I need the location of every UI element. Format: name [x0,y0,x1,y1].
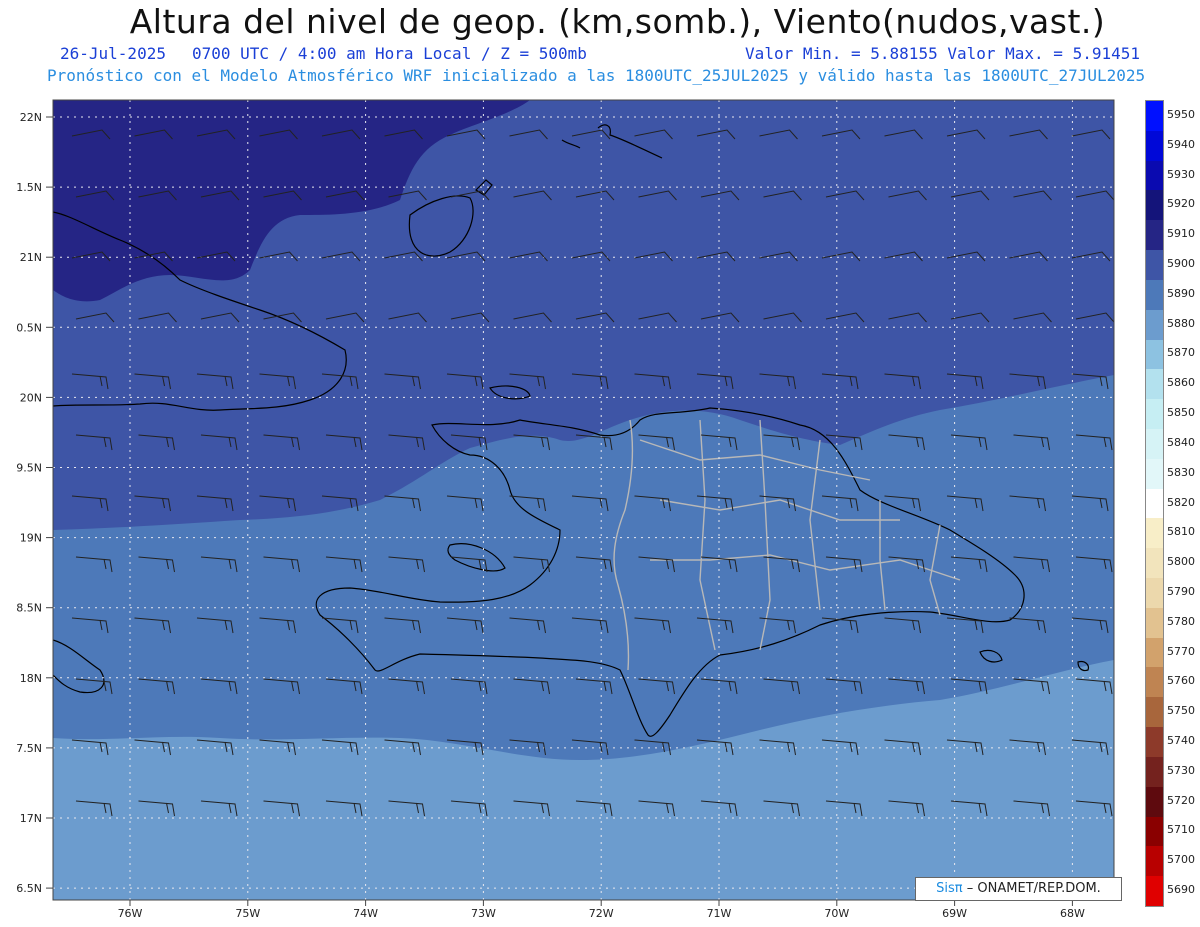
colorbar-segment [1146,756,1163,788]
colorbar-segment [1146,101,1163,132]
credit-box: Sisπ – ONAMET/REP.DOM. [915,877,1122,901]
colorbar-segment [1146,190,1163,221]
lat-tick-label: 19N [20,532,42,545]
colorbar-segment [1146,548,1163,579]
geopotential-map: 22N 1.5N 21N 0.5N 20N 9.5N 19N 8.5N 18N 7.5N 17N 6.… [16,99,1115,920]
brand-logo-text: Sisπ [936,881,963,896]
colorbar-label: 5850 [1167,406,1195,420]
latitude-axis: 22N 1.5N 21N 0.5N 20N 9.5N 19N 8.5N 18N 7.5N 17N 6.… [16,111,53,895]
colorbar-label: 5810 [1167,525,1195,539]
lat-tick-label: 7.5N [16,742,42,755]
longitude-axis: 76W 75W 74W 73W 72W 71W 70W 69W 68W [118,900,1085,920]
colorbar-label: 5780 [1167,614,1195,628]
lat-tick-label: 1.5N [16,181,42,194]
colorbar-segment [1146,220,1163,251]
colorbar-segment [1146,250,1163,281]
colorbar-label: 5920 [1167,197,1195,211]
colorbar-label: 5900 [1167,256,1195,270]
colorbar-segment [1146,428,1163,460]
colorbar-label: 5720 [1167,793,1195,807]
colorbar-segment [1146,727,1163,758]
colorbar-segment [1146,607,1163,639]
colorbar-segment [1146,339,1163,370]
colorbar-segment [1146,876,1163,907]
organization-name: – ONAMET/REP.DOM. [966,881,1101,896]
lat-tick-label: 20N [20,391,42,404]
colorbar-label: 5870 [1167,346,1195,360]
colorbar-segment [1146,160,1163,191]
colorbar-label: 5910 [1167,227,1195,241]
lon-tick-label: 73W [471,907,496,920]
lon-tick-label: 68W [1060,907,1085,920]
colorbar-segment [1146,279,1163,311]
lon-tick-label: 69W [942,907,967,920]
colorbar [1145,100,1164,907]
lon-tick-label: 76W [118,907,143,920]
colorbar-segment [1146,399,1163,430]
lon-tick-label: 71W [707,907,732,920]
colorbar-label: 5800 [1167,555,1195,569]
colorbar-segment [1146,518,1163,549]
lon-tick-label: 72W [589,907,614,920]
colorbar-label: 5820 [1167,495,1195,509]
colorbar-segment [1146,130,1163,162]
colorbar-label: 5710 [1167,823,1195,837]
colorbar-label: 5880 [1167,316,1195,330]
colorbar-segment [1146,816,1163,847]
colorbar-segment [1146,369,1163,400]
lat-tick-label: 6.5N [16,882,42,895]
colorbar-label: 5950 [1167,107,1195,121]
colorbar-label: 5770 [1167,644,1195,658]
colorbar-label: 5890 [1167,286,1195,300]
colorbar-label: 5840 [1167,435,1195,449]
lat-tick-label: 8.5N [16,602,42,615]
lat-tick-label: 22N [20,111,42,124]
colorbar-label: 5750 [1167,704,1195,718]
lat-tick-label: 9.5N [16,462,42,475]
lat-tick-label: 0.5N [16,321,42,334]
colorbar-label: 5760 [1167,674,1195,688]
colorbar-segment [1146,309,1163,341]
lon-tick-label: 75W [235,907,260,920]
lon-tick-label: 74W [353,907,378,920]
colorbar-label: 5940 [1167,137,1195,151]
lat-tick-label: 18N [20,672,42,685]
lat-tick-label: 17N [20,812,42,825]
colorbar-segment [1146,846,1163,877]
colorbar-segment [1146,637,1163,668]
colorbar-label: 5730 [1167,763,1195,777]
colorbar-label: 5690 [1167,883,1195,897]
colorbar-label: 5740 [1167,734,1195,748]
colorbar-label: 5930 [1167,167,1195,181]
colorbar-label: 5790 [1167,584,1195,598]
lat-tick-label: 21N [20,251,42,264]
colorbar-label: 5830 [1167,465,1195,479]
colorbar-segment [1146,786,1163,818]
colorbar-segment [1146,488,1163,519]
colorbar-segment [1146,578,1163,609]
colorbar-segment [1146,458,1163,490]
colorbar-segment [1146,697,1163,728]
colorbar-label: 5860 [1167,376,1195,390]
colorbar-segment [1146,667,1163,698]
colorbar-label: 5700 [1167,853,1195,867]
lon-tick-label: 70W [824,907,849,920]
